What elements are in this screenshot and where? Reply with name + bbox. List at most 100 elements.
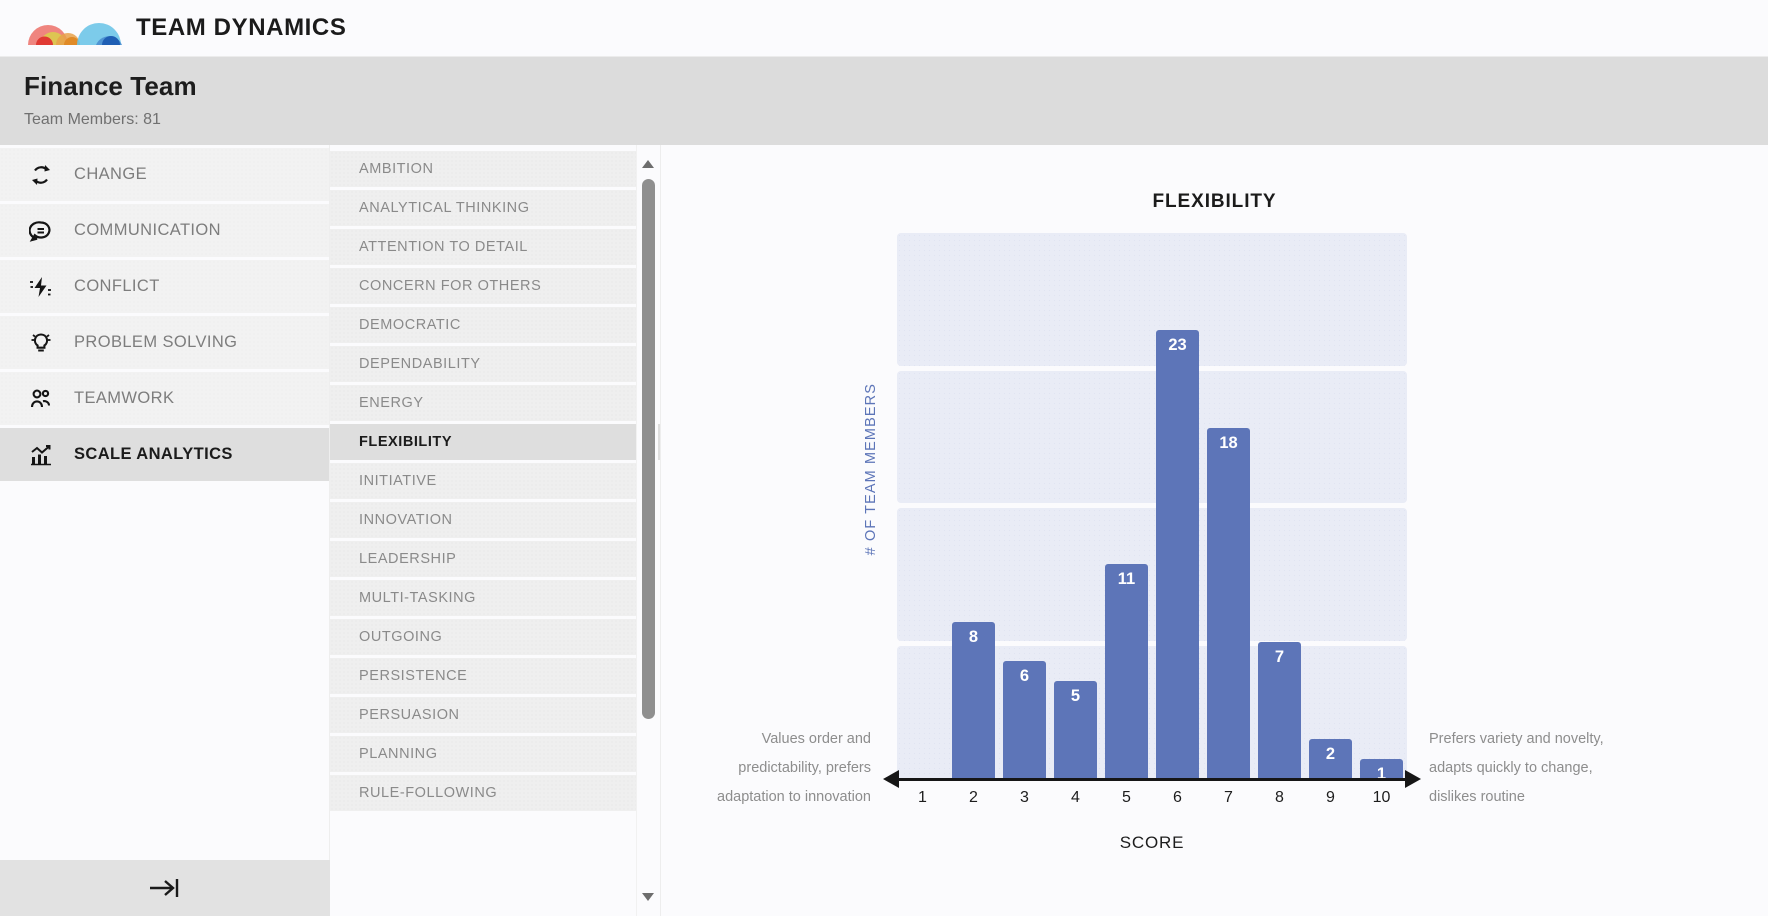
chart-x-tick: 7 <box>1224 789 1233 806</box>
sidebar-item-label: COMMUNICATION <box>74 221 221 239</box>
team-dynamics-arches-logo <box>28 23 122 45</box>
chart-bars: 0 8 6 5 11 23 18 7 2 1 <box>897 233 1407 783</box>
scale-list-item[interactable]: INITIATIVE <box>330 463 648 502</box>
scale-list-item[interactable]: ANALYTICAL THINKING <box>330 190 648 229</box>
sidebar-item-label: TEAMWORK <box>74 389 175 407</box>
scale-list-item[interactable]: PERSISTENCE <box>330 658 648 697</box>
chart-bar-cell: 6 <box>999 233 1050 778</box>
change-refresh-icon <box>26 160 56 190</box>
scale-list-panel: AMBITION ANALYTICAL THINKING ATTENTION TO … <box>330 145 660 916</box>
people-group-icon <box>26 384 56 414</box>
scale-list-item[interactable]: CONCERN FOR OTHERS <box>330 268 648 307</box>
scale-list-item[interactable]: RULE-FOLLOWING <box>330 775 648 814</box>
chart-x-tick-labels: 1 2 3 4 5 6 7 8 9 10 <box>897 789 1407 807</box>
chart-bar-cell: 0 <box>897 233 948 778</box>
chart-bar-cell: 8 <box>948 233 999 778</box>
chart-bar-cell: 2 <box>1305 233 1356 778</box>
chart-bar[interactable]: 23 <box>1156 330 1199 778</box>
scale-list-item[interactable]: DEPENDABILITY <box>330 346 648 385</box>
chart-bar-value: 7 <box>1274 647 1285 666</box>
chart-bar-cell: 7 <box>1254 233 1305 778</box>
sidebar-item-change[interactable]: CHANGE <box>0 148 329 204</box>
scale-annotation-high: Prefers variety and novelty, adapts quic… <box>1429 731 1604 805</box>
sidebar: CHANGE COMMUNICATION CONFLICT PROBLEM SOLVI… <box>0 145 330 916</box>
chart-bar-cell: 18 <box>1203 233 1254 778</box>
team-members-count: Team Members: 81 <box>24 111 161 128</box>
chart-x-tick: 10 <box>1372 789 1391 806</box>
sidebar-item-label: PROBLEM SOLVING <box>74 333 238 351</box>
chart-panel: FLEXIBILITY # OF TEAM MEMBERS 0865112318… <box>660 145 1768 916</box>
chart-x-axis-label: SCORE <box>1119 833 1185 852</box>
chart-bar-value: 6 <box>1019 667 1030 686</box>
chart-x-tick: 1 <box>918 789 927 806</box>
chart-x-axis-line <box>897 778 1407 781</box>
scale-list: AMBITION ANALYTICAL THINKING ATTENTION TO … <box>330 151 660 814</box>
chart-bar[interactable]: 8 <box>952 622 995 778</box>
chart-bar[interactable]: 18 <box>1207 427 1250 778</box>
chart-bar-value: 8 <box>968 628 979 647</box>
scale-list-item[interactable]: AMBITION <box>330 151 648 190</box>
sidebar-item-label: CONFLICT <box>74 277 160 295</box>
chart-bar[interactable]: 7 <box>1258 641 1301 778</box>
chart-bar-value: 23 <box>1168 336 1187 355</box>
chart-bar-cell: 11 <box>1101 233 1152 778</box>
scale-list-item[interactable]: LEADERSHIP <box>330 541 648 580</box>
scale-list-item[interactable]: INNOVATION <box>330 502 648 541</box>
chart-bar[interactable]: 6 <box>1003 661 1046 778</box>
chart-x-tick: 3 <box>1020 789 1029 806</box>
chart-x-tick: 5 <box>1122 789 1131 806</box>
chart-bar-value: 1 <box>1376 764 1387 783</box>
chart-title: FLEXIBILITY <box>1152 191 1277 212</box>
chart-bar-value: 18 <box>1219 433 1238 452</box>
lightning-bolt-icon <box>26 272 56 302</box>
chart-x-tick: 6 <box>1173 789 1182 806</box>
chart-bar-value: 11 <box>1117 569 1136 588</box>
chart-bar[interactable]: 1 <box>1360 758 1403 783</box>
chart-bar-value: 5 <box>1070 686 1081 705</box>
chart-bar[interactable]: 5 <box>1054 680 1097 778</box>
scale-list-scrollbar[interactable] <box>636 145 658 916</box>
chart-y-axis-label: # OF TEAM MEMBERS <box>863 383 879 556</box>
x-axis-right-arrow-icon <box>1405 770 1421 788</box>
main-body: CHANGE COMMUNICATION CONFLICT PROBLEM SOLVI… <box>0 145 1768 916</box>
chart-x-tick: 9 <box>1326 789 1335 806</box>
scale-list-item[interactable]: FLEXIBILITY <box>330 424 660 463</box>
collapse-sidebar-button[interactable] <box>0 860 330 916</box>
bar-chart-trend-icon <box>26 440 56 470</box>
chart-bar-cell: 5 <box>1050 233 1101 778</box>
chart-bar[interactable]: 11 <box>1105 563 1148 778</box>
scale-list-item[interactable]: OUTGOING <box>330 619 648 658</box>
sidebar-item-teamwork[interactable]: TEAMWORK <box>0 372 329 428</box>
chart-bar-cell: 1 <box>1356 233 1407 783</box>
sidebar-item-problem-solving[interactable]: PROBLEM SOLVING <box>0 316 329 372</box>
scale-list-item[interactable]: MULTI-TASKING <box>330 580 648 619</box>
sidebar-item-label: SCALE ANALYTICS <box>74 445 233 463</box>
scale-list-item[interactable]: ENERGY <box>330 385 648 424</box>
collapse-sidebar-arrow-icon <box>150 879 179 897</box>
scrollbar-thumb[interactable] <box>642 179 655 719</box>
chart-x-tick: 4 <box>1071 789 1080 806</box>
scale-list-item[interactable]: DEMOCRATIC <box>330 307 648 346</box>
chart-x-tick: 2 <box>969 789 978 806</box>
chart-bar-value: 2 <box>1325 745 1336 764</box>
scroll-up-arrow-icon[interactable] <box>637 153 659 175</box>
scale-list-item[interactable]: PERSUASION <box>330 697 648 736</box>
team-header: Finance Team Team Members: 81 <box>0 57 1768 145</box>
scroll-down-arrow-icon[interactable] <box>637 886 659 908</box>
lightbulb-icon <box>26 328 56 358</box>
sidebar-item-label: CHANGE <box>74 165 147 183</box>
chart-plot-area: 0 8 6 5 11 23 18 7 2 1 <box>897 233 1407 783</box>
sidebar-items: CHANGE COMMUNICATION CONFLICT PROBLEM SOLVI… <box>0 145 329 484</box>
page-title: Finance Team <box>24 71 197 101</box>
sidebar-item-conflict[interactable]: CONFLICT <box>0 260 329 316</box>
brand-name: TEAM DYNAMICS <box>136 14 347 41</box>
scale-annotation-low: Values order and predictability, prefers… <box>717 731 871 805</box>
scale-list-item[interactable]: PLANNING <box>330 736 648 775</box>
chart-bar[interactable]: 2 <box>1309 739 1352 778</box>
x-axis-left-arrow-icon <box>883 770 899 788</box>
brand-bar: TEAM DYNAMICS <box>0 0 1768 57</box>
scale-list-item[interactable]: ATTENTION TO DETAIL <box>330 229 648 268</box>
sidebar-item-communication[interactable]: COMMUNICATION <box>0 204 329 260</box>
sidebar-item-scale-analytics[interactable]: SCALE ANALYTICS <box>0 428 329 484</box>
speech-bubble-icon <box>26 216 56 246</box>
